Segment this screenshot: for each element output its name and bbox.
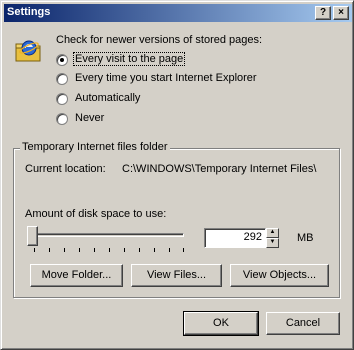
spin-down-icon[interactable]: ▼ xyxy=(266,238,279,248)
group-label: Temporary Internet files folder xyxy=(20,141,170,153)
disk-space-slider-thumb[interactable] xyxy=(27,226,38,246)
radio-label[interactable]: Automatically xyxy=(74,92,141,104)
disk-space-slider-track[interactable] xyxy=(30,233,184,237)
radio-selected-dot xyxy=(60,58,64,62)
radio-button[interactable] xyxy=(56,113,68,125)
spin-up-icon[interactable]: ▲ xyxy=(266,228,279,238)
window-title: Settings xyxy=(7,6,51,18)
radio-label[interactable]: Every visit to the page xyxy=(72,52,186,66)
current-location-label: Current location: xyxy=(25,163,106,175)
slider-tick xyxy=(34,248,35,252)
current-location-value: C:\WINDOWS\Temporary Internet Files\ xyxy=(122,163,317,175)
slider-tick xyxy=(183,248,184,252)
radio-label[interactable]: Every time you start Internet Explorer xyxy=(74,72,258,84)
slider-tick xyxy=(169,248,170,252)
slider-tick xyxy=(154,248,155,252)
disk-space-label: Amount of disk space to use: xyxy=(25,208,167,220)
slider-tick xyxy=(49,248,50,252)
view-files-button[interactable]: View Files... xyxy=(131,264,222,287)
radio-button[interactable] xyxy=(56,54,68,66)
radio-button[interactable] xyxy=(56,73,68,85)
slider-tick xyxy=(109,248,110,252)
close-icon[interactable]: × xyxy=(333,6,349,20)
title-bar[interactable]: Settings ? × xyxy=(4,4,352,22)
slider-tick xyxy=(124,248,125,252)
view-objects-button[interactable]: View Objects... xyxy=(230,264,329,287)
slider-ticks xyxy=(30,248,184,252)
move-folder-button[interactable]: Move Folder... xyxy=(30,264,123,287)
disk-space-input[interactable]: 292 xyxy=(204,228,266,248)
ok-button[interactable]: OK xyxy=(183,311,259,336)
slider-tick xyxy=(94,248,95,252)
internet-explorer-icon xyxy=(15,40,41,62)
disk-space-unit: MB xyxy=(297,232,314,244)
slider-tick xyxy=(64,248,65,252)
radio-label[interactable]: Never xyxy=(74,112,105,124)
slider-tick xyxy=(139,248,140,252)
cancel-button[interactable]: Cancel xyxy=(266,312,340,335)
help-icon[interactable]: ? xyxy=(315,6,331,20)
radio-button[interactable] xyxy=(56,93,68,105)
slider-tick xyxy=(79,248,80,252)
check-newer-prompt: Check for newer versions of stored pages… xyxy=(56,34,263,46)
